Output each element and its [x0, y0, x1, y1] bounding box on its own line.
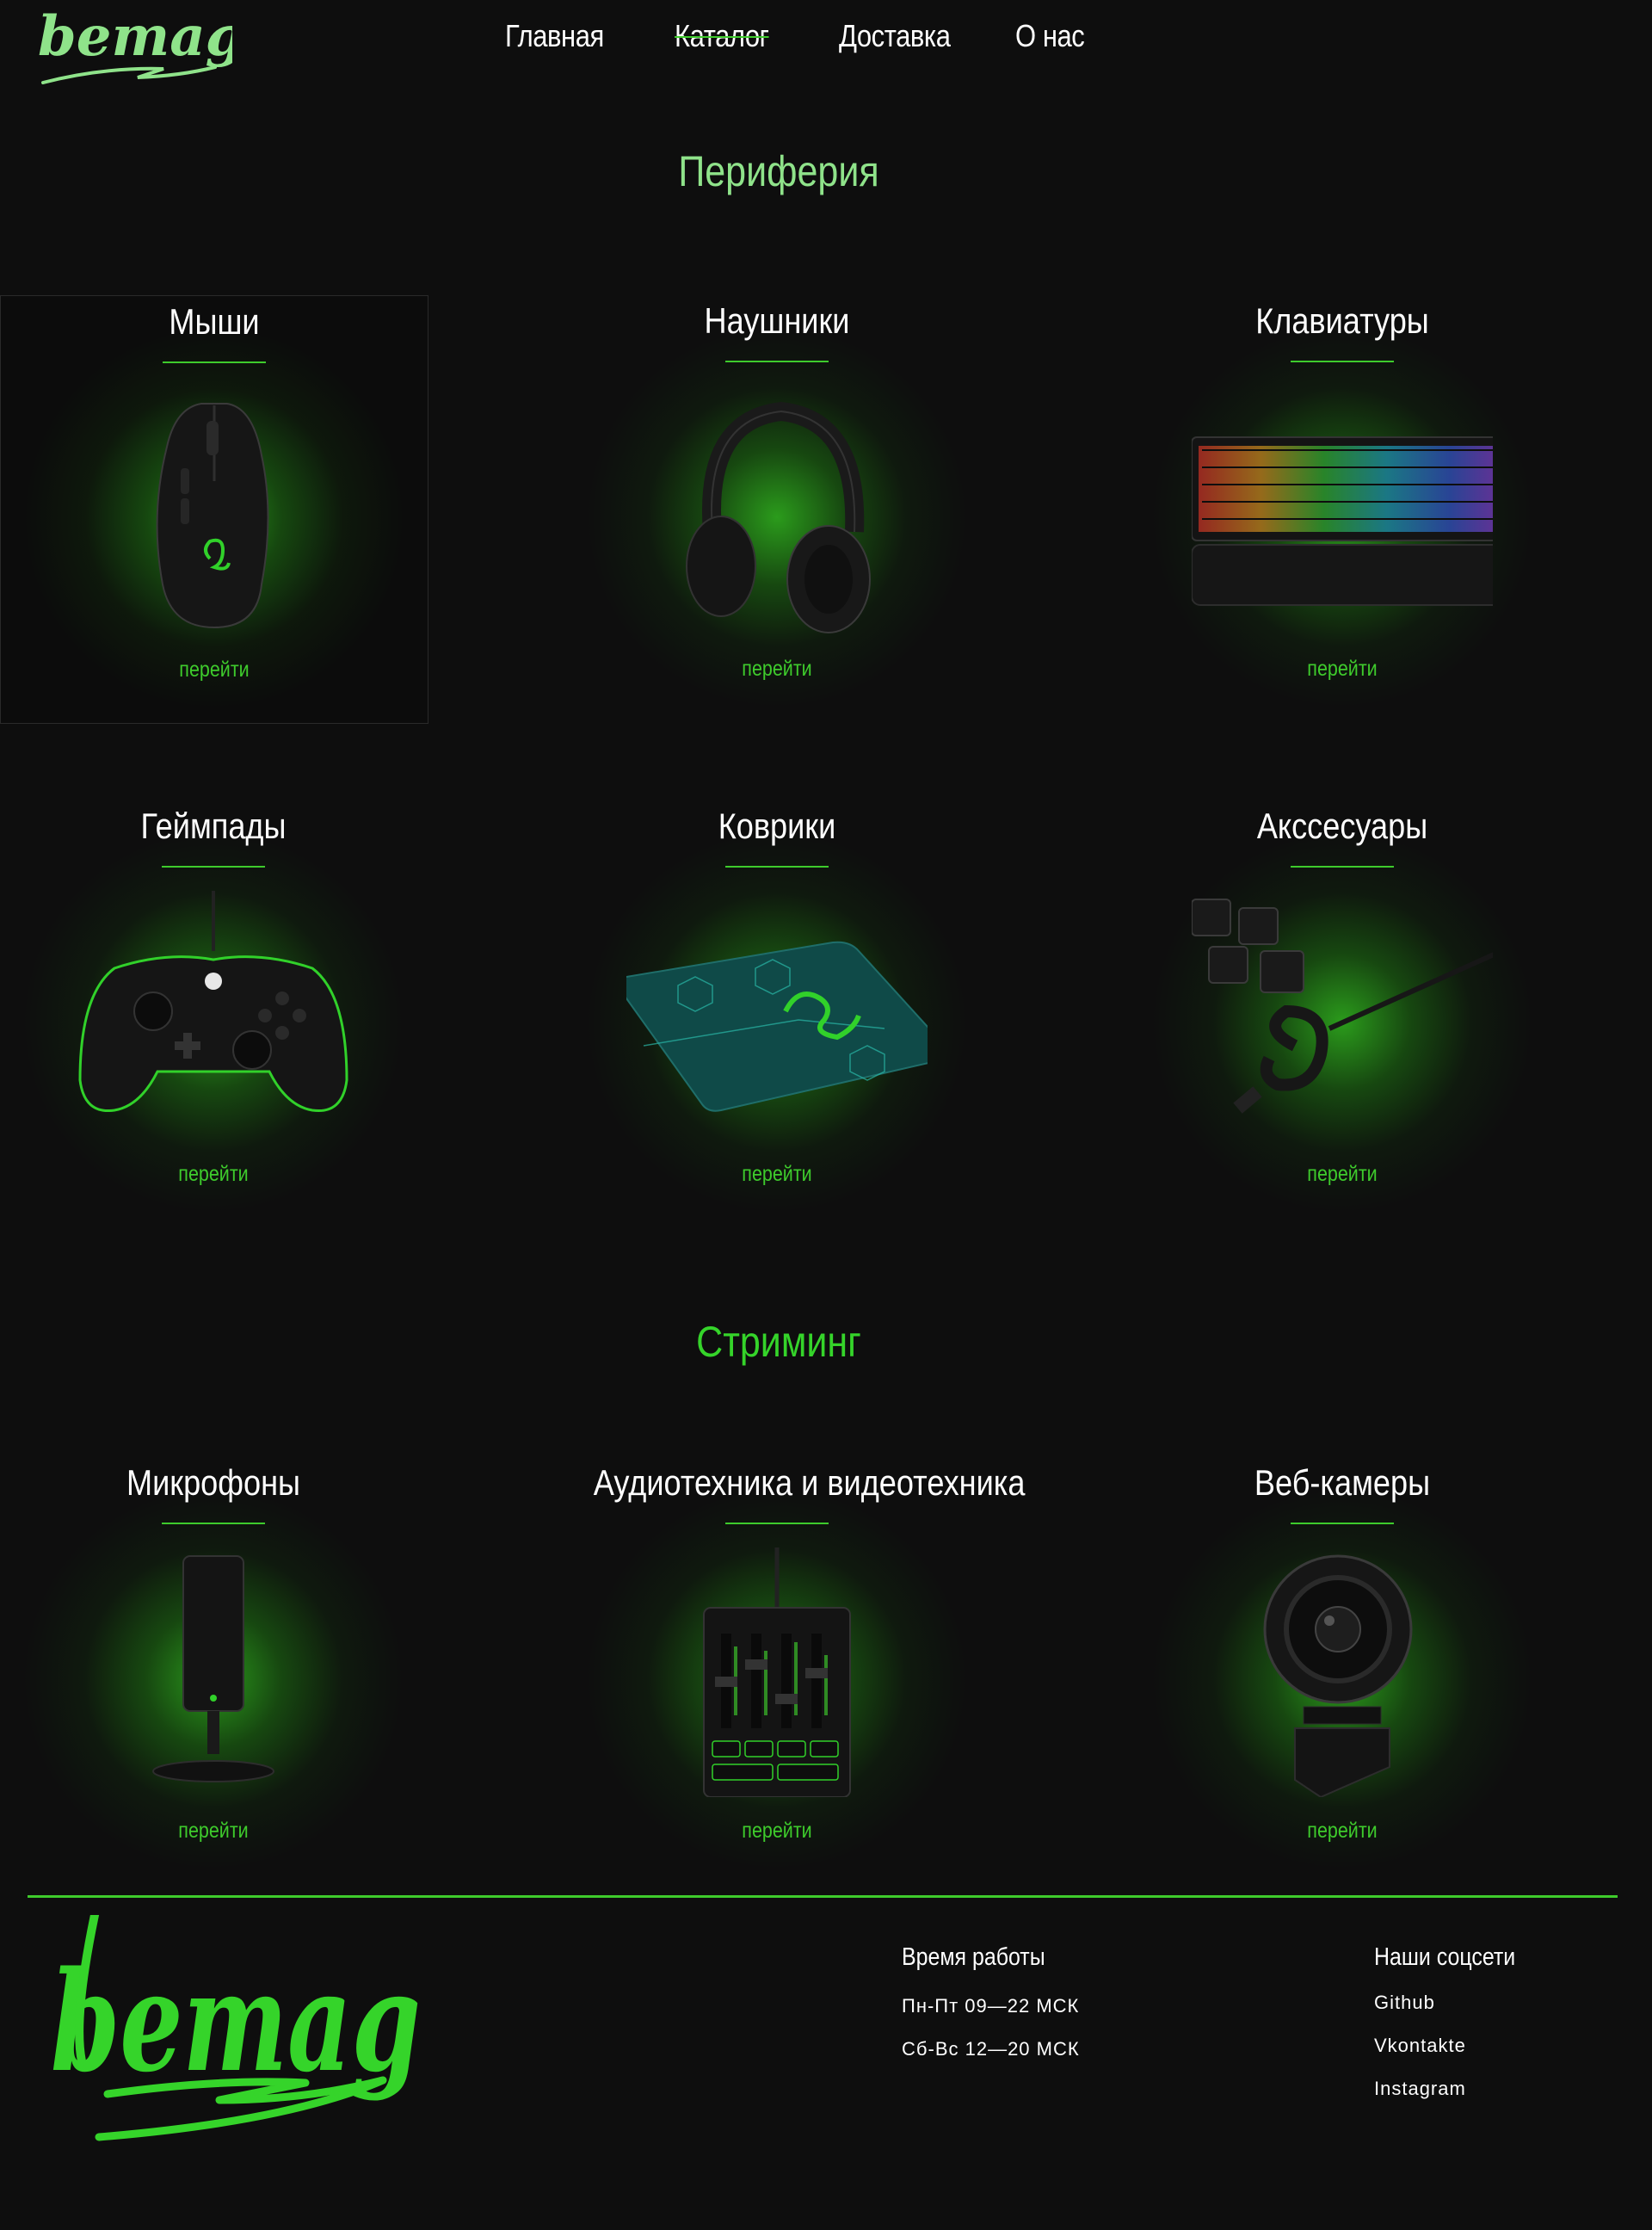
card-title: Геймпады [140, 806, 287, 846]
card-go-link[interactable]: перейти [1159, 1819, 1526, 1844]
headphones-icon [686, 401, 871, 633]
category-card-gamepads[interactable]: Геймпады перейти [0, 800, 427, 1227]
title-underline [725, 866, 829, 868]
card-title: Мыши [169, 301, 260, 342]
audio-mixer-icon [703, 1547, 851, 1797]
working-hours-weekdays: Пн-Пт 09—22 МСК [902, 1995, 1080, 2017]
card-go-link[interactable]: перейти [594, 657, 961, 682]
svg-text:bemag: bemag [51, 1941, 421, 2103]
category-card-headphones[interactable]: Наушники перейти [564, 295, 990, 722]
section-title-peripherals: Периферия [678, 147, 879, 195]
nav-home[interactable]: Главная [505, 12, 604, 60]
title-underline [1291, 1523, 1394, 1524]
nav-delivery[interactable]: Доставка [839, 12, 951, 60]
category-card-keyboards[interactable]: Клавиатуры перейти [1129, 295, 1556, 722]
card-title: Клавиатуры [1255, 300, 1429, 341]
card-go-link[interactable]: перейти [594, 1162, 961, 1187]
title-underline [1291, 866, 1394, 868]
footer-divider [28, 1895, 1618, 1898]
title-underline [725, 1523, 829, 1524]
keycaps-cable-icon [1192, 899, 1493, 1114]
card-go-link[interactable]: перейти [30, 1819, 398, 1844]
mouse-icon [156, 403, 269, 629]
keyboard-icon [1192, 436, 1493, 606]
category-card-accessories[interactable]: Акссесуары перейти [1129, 800, 1556, 1227]
title-underline [163, 361, 266, 363]
social-title: Наши соцсети [1374, 1943, 1516, 1971]
card-title: Веб-камеры [1254, 1462, 1431, 1503]
mousepad-icon [626, 941, 928, 1112]
category-card-audio-video[interactable]: Аудиотехника и видеотехника перейти [564, 1457, 1026, 1884]
card-go-link[interactable]: перейти [1159, 1162, 1526, 1187]
category-card-mice[interactable]: Мыши перейти [0, 295, 428, 724]
card-go-link[interactable]: перейти [594, 1819, 961, 1844]
card-title: Наушники [704, 300, 850, 341]
bemag-logo[interactable]: bemag [34, 7, 232, 93]
social-link-instagram[interactable]: Instagram [1374, 2078, 1466, 2100]
social-link-vkontakte[interactable]: Vkontakte [1374, 2035, 1466, 2057]
footer-bemag-logo[interactable]: bemag [47, 1915, 426, 2156]
card-title: Микрофоны [126, 1462, 300, 1503]
card-title: Акссесуары [1256, 806, 1428, 846]
gamepad-icon [78, 891, 348, 1113]
webcam-icon [1263, 1554, 1413, 1797]
title-underline [162, 1523, 265, 1524]
working-hours-weekend: Сб-Вс 12—20 МСК [902, 2038, 1080, 2060]
section-title-streaming: Стриминг [696, 1318, 861, 1366]
card-title: Коврики [718, 806, 836, 846]
title-underline [1291, 361, 1394, 362]
card-title: Аудиотехника и видеотехника [593, 1462, 1026, 1503]
svg-text:bemag: bemag [38, 7, 232, 69]
category-card-mousepads[interactable]: Коврики перейти [564, 800, 990, 1227]
microphone-icon [152, 1555, 274, 1782]
category-card-webcams[interactable]: Веб-камеры перейти [1129, 1457, 1556, 1884]
card-go-link[interactable]: перейти [31, 658, 398, 683]
social-link-github[interactable]: Github [1374, 1992, 1435, 2014]
title-underline [162, 866, 265, 868]
nav-catalog[interactable]: Каталог [675, 12, 769, 60]
nav-about[interactable]: О нас [1015, 12, 1085, 60]
card-go-link[interactable]: перейти [30, 1162, 398, 1187]
card-go-link[interactable]: перейти [1159, 657, 1526, 682]
title-underline [725, 361, 829, 362]
working-hours-title: Время работы [902, 1943, 1045, 1971]
category-card-microphones[interactable]: Микрофоны перейти [0, 1457, 427, 1884]
